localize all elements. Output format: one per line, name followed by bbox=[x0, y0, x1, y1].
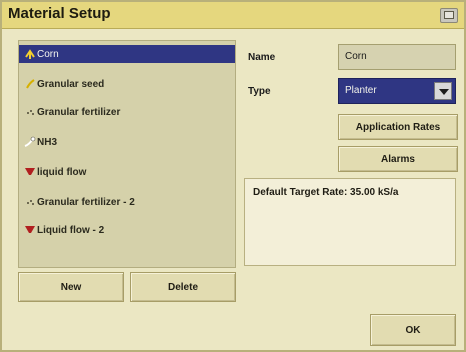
type-value: Planter bbox=[345, 85, 377, 96]
window-icon[interactable] bbox=[440, 8, 458, 23]
liquid-flow-icon bbox=[23, 165, 37, 179]
list-item[interactable]: NH3 bbox=[19, 133, 235, 151]
default-target-rate: Default Target Rate: 35.00 kS/a bbox=[253, 187, 399, 198]
list-item[interactable]: Granular fertilizer - 2 bbox=[19, 193, 235, 211]
list-item-label: Granular seed bbox=[37, 78, 105, 90]
list-item[interactable]: Corn bbox=[19, 45, 235, 63]
type-dropdown[interactable]: Planter bbox=[338, 78, 456, 104]
liquid-flow-icon bbox=[23, 223, 37, 237]
list-item[interactable]: liquid flow bbox=[19, 163, 235, 181]
ok-button[interactable]: OK bbox=[370, 314, 456, 346]
application-rates-button[interactable]: Application Rates bbox=[338, 114, 458, 140]
new-button[interactable]: New bbox=[18, 272, 124, 302]
name-label: Name bbox=[248, 52, 276, 63]
window-title: Material Setup bbox=[8, 5, 111, 22]
seed-icon bbox=[23, 77, 37, 91]
alarms-button[interactable]: Alarms bbox=[338, 146, 458, 172]
list-item-label: Corn bbox=[37, 48, 59, 60]
titlebar: Material Setup bbox=[2, 2, 464, 29]
delete-button[interactable]: Delete bbox=[130, 272, 236, 302]
list-item-label: Granular fertilizer bbox=[37, 106, 121, 118]
list-item[interactable]: Granular fertilizer bbox=[19, 103, 235, 121]
type-label: Type bbox=[248, 86, 271, 97]
list-item-label: NH3 bbox=[37, 136, 58, 148]
corn-icon bbox=[23, 47, 37, 61]
nh3-icon bbox=[23, 135, 37, 149]
material-setup-window: Material Setup Corn Granular seed Granul… bbox=[0, 0, 466, 352]
list-item-label: liquid flow bbox=[37, 166, 87, 178]
fertilizer-icon bbox=[23, 195, 37, 209]
name-field[interactable]: Corn bbox=[338, 44, 456, 70]
list-item-label: Liquid flow - 2 bbox=[37, 224, 105, 236]
fertilizer-icon bbox=[23, 105, 37, 119]
details-box: Default Target Rate: 35.00 kS/a bbox=[244, 178, 456, 266]
chevron-down-icon[interactable] bbox=[434, 82, 452, 100]
list-item[interactable]: Granular seed bbox=[19, 75, 235, 93]
list-item-label: Granular fertilizer - 2 bbox=[37, 196, 135, 208]
materials-list[interactable]: Corn Granular seed Granular fertilizer N… bbox=[18, 40, 236, 268]
list-item[interactable]: Liquid flow - 2 bbox=[19, 221, 235, 239]
